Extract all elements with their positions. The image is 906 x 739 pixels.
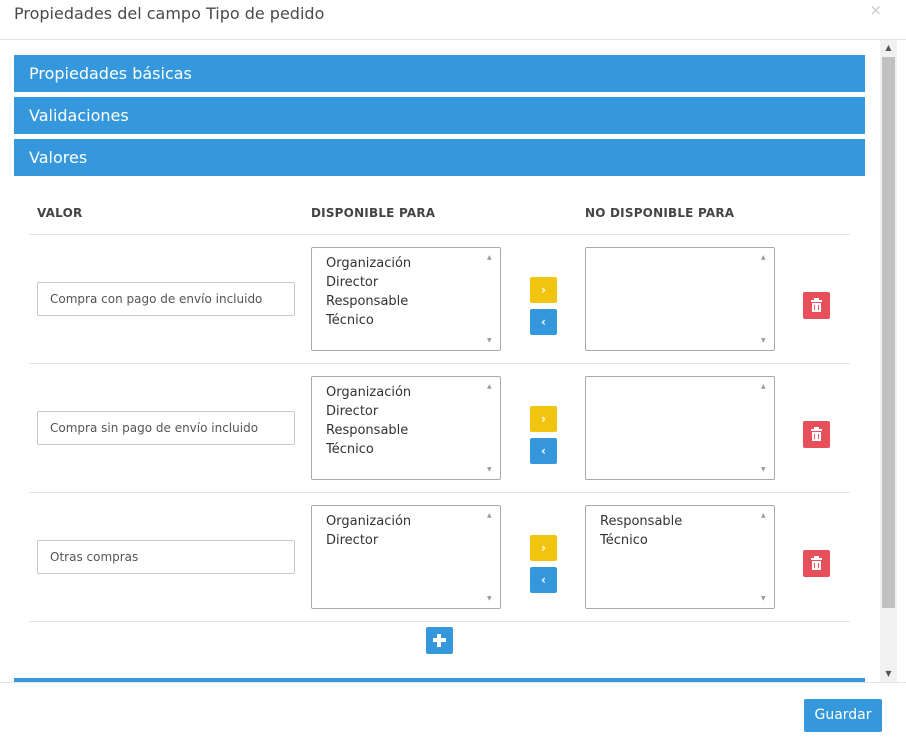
scroll-up-icon[interactable]: ▲ xyxy=(761,512,766,519)
listbox-option[interactable]: Técnico xyxy=(326,311,411,330)
save-button[interactable]: Guardar xyxy=(804,699,882,732)
divider xyxy=(29,621,850,622)
move-right-button[interactable]: › xyxy=(530,406,557,432)
listbox-option[interactable]: Director xyxy=(326,402,411,421)
listbox-option[interactable]: Técnico xyxy=(600,531,682,550)
modal-scrollbar[interactable]: ▲ ▼ xyxy=(880,40,897,682)
listbox-scrollbar[interactable]: ▲ ▼ xyxy=(758,507,773,607)
column-header-no-disponible: NO DISPONIBLE PARA xyxy=(585,206,735,220)
delete-button[interactable] xyxy=(803,550,830,577)
scroll-down-icon[interactable]: ▼ xyxy=(487,466,492,473)
value-input[interactable]: Otras compras xyxy=(37,540,295,574)
scroll-down-icon[interactable]: ▼ xyxy=(487,595,492,602)
available-listbox[interactable]: Organización Director Responsable Técnic… xyxy=(311,376,501,480)
not-available-listbox[interactable]: ▲ ▼ xyxy=(585,247,775,351)
delete-button[interactable] xyxy=(803,292,830,319)
modal-footer: Guardar xyxy=(0,682,906,739)
scroll-up-icon[interactable]: ▲ xyxy=(487,512,492,519)
listbox-scrollbar[interactable]: ▲ ▼ xyxy=(484,249,499,349)
available-listbox[interactable]: Organización Director Responsable Técnic… xyxy=(311,247,501,351)
scrollbar-thumb[interactable] xyxy=(882,57,895,608)
listbox-option[interactable]: Organización xyxy=(326,512,411,531)
trash-icon xyxy=(811,427,822,441)
close-icon[interactable]: × xyxy=(869,1,882,19)
listbox-option[interactable]: Responsable xyxy=(326,421,411,440)
scroll-down-icon[interactable]: ▼ xyxy=(761,595,766,602)
listbox-scrollbar[interactable]: ▲ ▼ xyxy=(484,507,499,607)
scroll-down-icon[interactable]: ▼ xyxy=(487,337,492,344)
dialog-title: Propiedades del campo Tipo de pedido xyxy=(14,4,325,23)
trash-icon xyxy=(811,556,822,570)
listbox-option[interactable]: Director xyxy=(326,531,411,550)
listbox-option[interactable]: Organización xyxy=(326,383,411,402)
listbox-scrollbar[interactable]: ▲ ▼ xyxy=(758,249,773,349)
move-right-button[interactable]: › xyxy=(530,277,557,303)
move-left-button[interactable]: ‹ xyxy=(530,438,557,464)
scroll-down-icon[interactable]: ▼ xyxy=(761,337,766,344)
listbox-scrollbar[interactable]: ▲ ▼ xyxy=(758,378,773,478)
delete-button[interactable] xyxy=(803,421,830,448)
column-header-valor: VALOR xyxy=(37,206,83,220)
value-input[interactable]: Compra sin pago de envío incluido xyxy=(37,411,295,445)
scroll-up-icon[interactable]: ▲ xyxy=(761,383,766,390)
listbox-option[interactable]: Responsable xyxy=(326,292,411,311)
divider xyxy=(29,363,850,364)
modal-body: Propiedades básicas Validaciones Valores… xyxy=(0,40,880,682)
scroll-down-icon[interactable]: ▼ xyxy=(880,666,897,682)
scroll-up-icon[interactable]: ▲ xyxy=(487,383,492,390)
panel-validaciones[interactable]: Validaciones xyxy=(14,97,865,134)
value-input[interactable]: Compra con pago de envío incluido xyxy=(37,282,295,316)
add-value-button[interactable] xyxy=(426,627,453,654)
listbox-option[interactable]: Organización xyxy=(326,254,411,273)
divider xyxy=(29,492,850,493)
scroll-up-icon[interactable]: ▲ xyxy=(880,40,897,56)
not-available-listbox[interactable]: ▲ ▼ xyxy=(585,376,775,480)
listbox-option[interactable]: Director xyxy=(326,273,411,292)
move-right-button[interactable]: › xyxy=(530,535,557,561)
scroll-down-icon[interactable]: ▼ xyxy=(761,466,766,473)
panel-valores[interactable]: Valores xyxy=(14,139,865,176)
scroll-up-icon[interactable]: ▲ xyxy=(487,254,492,261)
listbox-option[interactable]: Técnico xyxy=(326,440,411,459)
listbox-option[interactable]: Responsable xyxy=(600,512,682,531)
available-listbox[interactable]: Organización Director ▲ ▼ xyxy=(311,505,501,609)
not-available-listbox[interactable]: Responsable Técnico ▲ ▼ xyxy=(585,505,775,609)
column-header-disponible: DISPONIBLE PARA xyxy=(311,206,436,220)
scroll-up-icon[interactable]: ▲ xyxy=(761,254,766,261)
listbox-scrollbar[interactable]: ▲ ▼ xyxy=(484,378,499,478)
trash-icon xyxy=(811,298,822,312)
panel-propiedades-basicas[interactable]: Propiedades básicas xyxy=(14,55,865,92)
divider xyxy=(29,234,850,235)
modal-header: Propiedades del campo Tipo de pedido × xyxy=(0,0,906,40)
move-left-button[interactable]: ‹ xyxy=(530,567,557,593)
move-left-button[interactable]: ‹ xyxy=(530,309,557,335)
